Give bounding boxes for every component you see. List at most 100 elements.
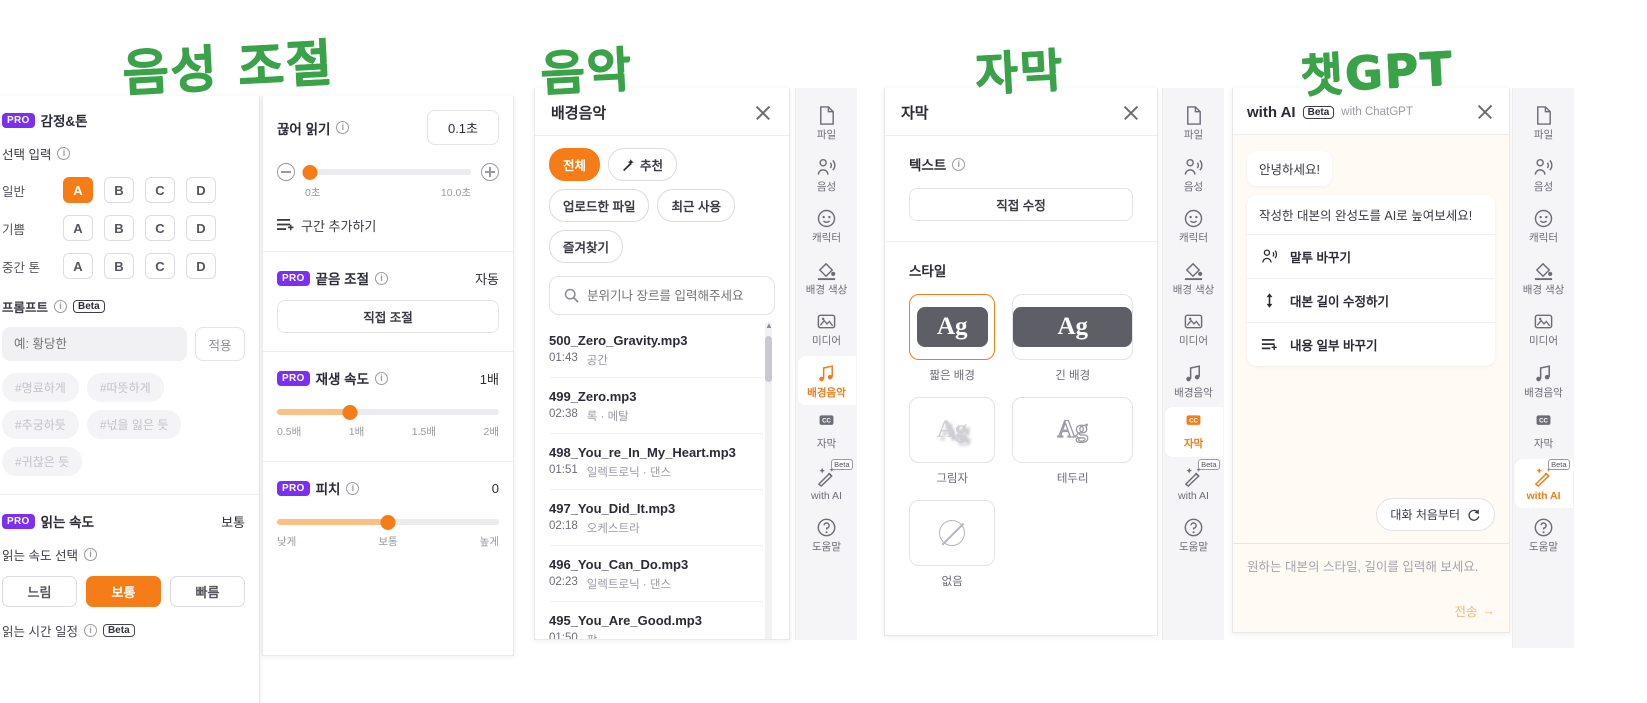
slider-knob[interactable]	[380, 514, 396, 530]
ai-menu-change-tone[interactable]: 말투 바꾸기	[1247, 235, 1495, 279]
style-option-short-bg[interactable]: Ag 짧은 배경	[909, 294, 996, 383]
prompt-tag[interactable]: #추궁하듯	[2, 410, 79, 439]
pitch-slider[interactable]	[277, 514, 499, 530]
prompt-input[interactable]	[2, 327, 187, 361]
info-icon[interactable]: i	[346, 481, 360, 495]
close-icon[interactable]	[1475, 102, 1495, 122]
emotion-chip-b[interactable]: B	[104, 177, 134, 203]
reset-conversation-button[interactable]: 대화 처음부터	[1376, 498, 1495, 531]
rail-item-캐릭터[interactable]: 캐릭터	[1515, 201, 1573, 251]
rail-item-with-AI[interactable]: with AI Beta	[1514, 458, 1573, 509]
rail-item-자막[interactable]: CC 자막	[1515, 407, 1573, 457]
prompt-tag[interactable]: #넋을 잃은 듯	[86, 410, 182, 439]
emotion-chip-a[interactable]: A	[63, 177, 93, 203]
style-option-none[interactable]: 없음	[909, 500, 996, 589]
plus-button[interactable]	[481, 163, 499, 181]
emotion-chip-c[interactable]: C	[145, 215, 175, 241]
info-icon[interactable]: i	[336, 121, 350, 134]
ai-input-zone[interactable]: 원하는 대본의 스타일, 길이를 입력해 보세요. 전송 →	[1233, 543, 1509, 632]
emotion-chip-c[interactable]: C	[145, 253, 175, 279]
speed-option-fast[interactable]: 빠름	[170, 576, 245, 607]
emotion-chip-d[interactable]: D	[186, 215, 216, 241]
ai-send-button[interactable]: 전송 →	[1247, 601, 1495, 620]
bgm-track-list[interactable]: 500_Zero_Gravity.mp3 01:43 공간 499_Zero.mp…	[549, 322, 775, 639]
emotion-chip-d[interactable]: D	[186, 253, 216, 279]
info-icon[interactable]: i	[57, 147, 71, 160]
filter-favorites[interactable]: 즐겨찾기	[549, 230, 624, 263]
rail-item-캐릭터[interactable]: 캐릭터	[798, 201, 856, 251]
list-item[interactable]: 500_Zero_Gravity.mp3 01:43 공간	[549, 322, 763, 378]
rail-item-배경-색상[interactable]: 배경 색상	[1515, 253, 1573, 303]
prompt-tag[interactable]: #따뜻하게	[86, 373, 164, 402]
emotion-chip-b[interactable]: B	[104, 215, 134, 241]
close-icon[interactable]	[1121, 103, 1141, 123]
info-icon[interactable]: i	[54, 300, 68, 313]
rail-item-배경음악[interactable]: 배경음악	[1515, 356, 1573, 406]
filter-uploaded[interactable]: 업로드한 파일	[549, 189, 650, 222]
info-icon[interactable]: i	[83, 624, 97, 637]
slider-knob[interactable]	[342, 404, 358, 420]
rail-item-배경-색상[interactable]: 배경 색상	[798, 253, 856, 303]
style-option-long-bg[interactable]: Ag 긴 배경	[1012, 294, 1133, 383]
subtitle-edit-button[interactable]: 직접 수정	[909, 188, 1133, 221]
rail-item-도움말[interactable]: 도움말	[1515, 510, 1573, 560]
ai-menu-edit-length[interactable]: 대본 길이 수정하기	[1247, 279, 1495, 323]
emotion-chip-b[interactable]: B	[104, 253, 134, 279]
prompt-tag[interactable]: #귀찮은 듯	[2, 447, 83, 476]
ai-input-placeholder[interactable]: 원하는 대본의 스타일, 길이를 입력해 보세요.	[1247, 556, 1495, 575]
minus-button[interactable]	[277, 163, 295, 181]
list-item[interactable]: 499_Zero.mp3 02:38 록 · 메탈	[549, 378, 763, 434]
scroll-up-arrow[interactable]: ▲	[765, 322, 773, 330]
rail-item-음성[interactable]: 음성	[1515, 150, 1573, 200]
rail-item-음성[interactable]: 음성	[798, 150, 856, 200]
rail-item-배경-색상[interactable]: 배경 색상	[1165, 253, 1223, 303]
play-speed-slider[interactable]	[277, 404, 499, 420]
scrollbar-thumb[interactable]	[765, 336, 772, 382]
slider-knob[interactable]	[302, 164, 318, 180]
speed-option-slow[interactable]: 느림	[2, 576, 77, 607]
emotion-chip-a[interactable]: A	[63, 253, 93, 279]
ai-menu-change-part[interactable]: 내용 일부 바꾸기	[1247, 323, 1495, 366]
rail-item-배경음악[interactable]: 배경음악	[1165, 356, 1223, 406]
rail-item-with-AI[interactable]: with AI Beta	[798, 458, 856, 509]
info-icon[interactable]: i	[83, 548, 97, 561]
close-icon[interactable]	[753, 103, 773, 123]
rail-item-파일[interactable]: 파일	[1165, 98, 1223, 148]
style-option-outline[interactable]: Ag 테두리	[1012, 397, 1133, 486]
ending-manual-button[interactable]: 직접 조절	[277, 300, 499, 333]
pause-value[interactable]: 0.1초	[427, 110, 499, 145]
emotion-chip-c[interactable]: C	[145, 177, 175, 203]
info-icon[interactable]: i	[375, 271, 389, 285]
bgm-search-box[interactable]	[549, 276, 775, 315]
list-item[interactable]: 495_You_Are_Good.mp3 01:50 팝	[549, 602, 763, 639]
style-option-shadow[interactable]: Ag 그림자	[909, 397, 996, 486]
rail-item-음성[interactable]: 음성	[1165, 150, 1223, 200]
emotion-chip-a[interactable]: A	[63, 215, 93, 241]
info-icon[interactable]: i	[952, 157, 966, 171]
add-segment-button[interactable]: 구간 추가하기	[277, 216, 499, 235]
rail-item-파일[interactable]: 파일	[1515, 98, 1573, 148]
list-item[interactable]: 498_You_re_In_My_Heart.mp3 01:51 일렉트로닉 · …	[549, 434, 763, 490]
bgm-search-input[interactable]	[587, 288, 760, 303]
info-icon[interactable]: i	[375, 371, 389, 385]
filter-recommended[interactable]: 추천	[608, 148, 678, 181]
scrollbar[interactable]: ▲ ▼	[765, 322, 773, 639]
speed-option-normal[interactable]: 보통	[86, 576, 161, 607]
filter-recent[interactable]: 최근 사용	[657, 189, 735, 222]
apply-button[interactable]: 적용	[195, 327, 245, 361]
rail-item-도움말[interactable]: 도움말	[1165, 510, 1223, 560]
rail-item-with-AI[interactable]: with AI Beta	[1165, 458, 1223, 509]
list-item[interactable]: 496_You_Can_Do.mp3 02:23 일렉트로닉 · 댄스	[549, 546, 763, 602]
rail-item-미디어[interactable]: 미디어	[1515, 304, 1573, 354]
rail-item-미디어[interactable]: 미디어	[1165, 304, 1223, 354]
rail-item-파일[interactable]: 파일	[798, 98, 856, 148]
prompt-tag[interactable]: #명료하게	[2, 373, 79, 402]
rail-item-자막[interactable]: CC 자막	[798, 407, 856, 457]
filter-all[interactable]: 전체	[549, 148, 601, 181]
rail-item-자막[interactable]: CC 자막	[1164, 407, 1223, 457]
pause-slider[interactable]	[302, 164, 471, 180]
emotion-chip-d[interactable]: D	[186, 177, 216, 203]
rail-item-캐릭터[interactable]: 캐릭터	[1165, 201, 1223, 251]
list-item[interactable]: 497_You_Did_It.mp3 02:18 오케스트라	[549, 490, 763, 546]
rail-item-배경음악[interactable]: 배경음악	[797, 355, 856, 406]
